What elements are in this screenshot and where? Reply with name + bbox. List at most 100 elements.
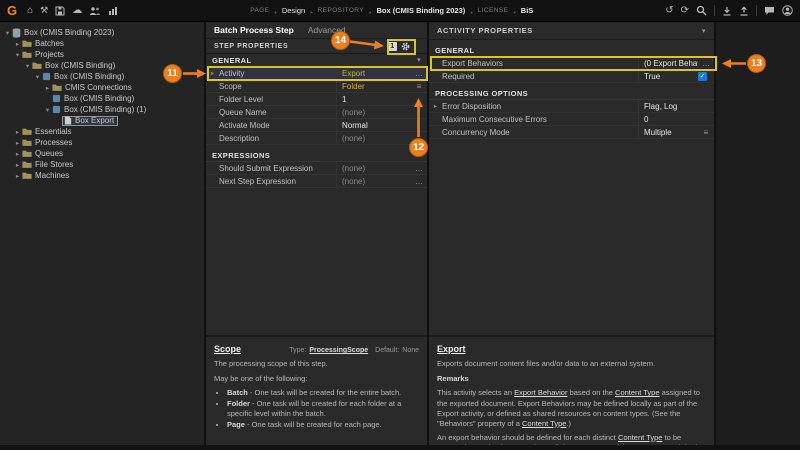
required-checkbox[interactable] (698, 72, 707, 81)
tree-item-box-cmis-binding[interactable]: Box (CMIS Binding) (0, 93, 204, 104)
export-behavior-link[interactable]: Export Behavior (514, 388, 567, 397)
general-section-header[interactable]: GENERAL (206, 54, 427, 67)
gear-icon[interactable] (400, 41, 411, 52)
chevron-right-icon[interactable] (13, 150, 22, 158)
content-type-link[interactable]: Content Type (522, 419, 566, 428)
chevron-right-icon[interactable] (13, 161, 22, 169)
sort-order-icon[interactable] (388, 42, 397, 51)
app-window: G PAGE Design REPOSITORY Box (CMIS Bindi… (0, 0, 800, 450)
content-type-link[interactable]: Content Type (618, 433, 662, 442)
property-value[interactable]: Export (336, 67, 411, 79)
dropdown-button[interactable] (698, 128, 714, 137)
tab-batch-process-step[interactable]: Batch Process Step (214, 25, 294, 35)
tree-item-batches[interactable]: Batches (0, 38, 204, 49)
chevron-right-icon[interactable] (13, 139, 22, 147)
remarks-label: Remarks (437, 374, 706, 384)
property-row-next-step-expression[interactable]: Next Step Expression (none) (206, 175, 427, 188)
list-item: Page - One task will be created for each… (227, 420, 419, 430)
property-value[interactable]: (none) (336, 162, 411, 174)
selected-tree-item[interactable]: Box Export (62, 116, 118, 126)
property-value[interactable]: 1 (336, 93, 411, 105)
chat-icon[interactable] (764, 6, 775, 16)
general-section-header[interactable]: GENERAL (429, 44, 714, 57)
search-icon[interactable] (696, 5, 707, 16)
property-row-scope[interactable]: Scope Folder (206, 80, 427, 93)
term: Folder (227, 399, 250, 408)
home-icon[interactable] (27, 6, 33, 16)
separator-dot (274, 2, 276, 20)
upload-icon[interactable] (739, 6, 749, 16)
chart-icon[interactable] (108, 6, 118, 16)
tree-item-machines[interactable]: Machines (0, 170, 204, 181)
ellipsis-button[interactable] (411, 177, 427, 186)
chevron-right-icon[interactable] (13, 40, 22, 48)
ellipsis-button[interactable] (411, 69, 427, 78)
cloud-icon[interactable] (72, 6, 82, 16)
chevron-right-icon[interactable] (13, 128, 22, 136)
property-value[interactable]: Multiple (638, 126, 698, 138)
chevron-down-icon[interactable] (3, 29, 12, 37)
ellipsis-button[interactable] (698, 59, 714, 68)
property-value[interactable]: Flag, Log (638, 100, 698, 112)
property-value[interactable]: Normal (336, 119, 411, 131)
tree-item-file-stores[interactable]: File Stores (0, 159, 204, 170)
tree-item-essentials[interactable]: Essentials (0, 126, 204, 137)
property-row-export-behaviors[interactable]: Export Behaviors (0 Export Behaviors) (429, 57, 714, 70)
annotation-circle-11: 11 (163, 64, 182, 83)
property-value[interactable]: (none) (336, 106, 411, 118)
property-value[interactable]: (0 Export Behaviors) (638, 57, 698, 69)
chevron-down-icon[interactable] (417, 56, 421, 64)
users-icon[interactable] (89, 6, 101, 16)
property-value[interactable]: True (638, 70, 698, 82)
expressions-section-header[interactable]: EXPRESSIONS (206, 149, 427, 162)
tree-item-processes[interactable]: Processes (0, 137, 204, 148)
processing-options-section-header[interactable]: PROCESSING OPTIONS (429, 87, 714, 100)
chevron-right-icon[interactable] (13, 172, 22, 180)
property-row-required[interactable]: Required True (429, 70, 714, 83)
expand-icon[interactable] (206, 69, 219, 77)
tree-item-projects[interactable]: Projects (0, 49, 204, 60)
property-row-concurrency-mode[interactable]: Concurrency Mode Multiple (429, 126, 714, 139)
refresh-icon[interactable] (681, 6, 689, 16)
help-title: Scope (214, 343, 241, 355)
expressions-section-label: EXPRESSIONS (212, 151, 270, 160)
property-row-maximum-consecutive-errors[interactable]: Maximum Consecutive Errors 0 (429, 113, 714, 126)
property-row-description[interactable]: Description (none) (206, 132, 427, 145)
tools-icon[interactable] (40, 6, 48, 15)
property-row-queue-name[interactable]: Queue Name (none) (206, 106, 427, 119)
help-type-info: Type: ProcessingScope Default: None (289, 346, 419, 355)
tree-item-box-export[interactable]: Box Export (0, 115, 204, 126)
folder-icon (22, 39, 32, 48)
expand-icon[interactable] (429, 102, 442, 110)
chevron-down-icon[interactable] (702, 27, 706, 35)
property-row-activate-mode[interactable]: Activate Mode Normal (206, 119, 427, 132)
property-value[interactable]: Folder (336, 80, 411, 92)
property-value[interactable]: (none) (336, 132, 411, 144)
text-fragment: .) (566, 419, 571, 428)
property-row-activity[interactable]: Activity Export (206, 67, 427, 80)
property-value[interactable]: 0 (638, 113, 698, 125)
chevron-down-icon[interactable] (23, 62, 32, 70)
save-icon[interactable] (55, 6, 65, 16)
property-row-should-submit-expression[interactable]: Should Submit Expression (none) (206, 162, 427, 175)
tree-item-repository-root[interactable]: Box (CMIS Binding 2023) (0, 27, 204, 38)
tree-item-cmis-connections[interactable]: CMIS Connections (0, 82, 204, 93)
profile-icon[interactable] (782, 5, 793, 16)
dropdown-button[interactable] (411, 82, 427, 91)
type-link[interactable]: ProcessingScope (309, 346, 368, 355)
property-value[interactable]: (none) (336, 175, 411, 187)
property-row-error-disposition[interactable]: Error Disposition Flag, Log (429, 100, 714, 113)
content-type-link[interactable]: Content Type (615, 388, 659, 397)
chevron-down-icon[interactable] (13, 51, 22, 59)
property-row-folder-level[interactable]: Folder Level 1 (206, 93, 427, 106)
tree-item-box-cmis-binding-1[interactable]: Box (CMIS Binding) (1) (0, 104, 204, 115)
chevron-down-icon[interactable] (43, 106, 52, 114)
node-tree: Box (CMIS Binding 2023) Batches Projects… (0, 22, 206, 445)
tree-item-queues[interactable]: Queues (0, 148, 204, 159)
help-paragraph-1: This activity selects an Export Behavior… (437, 388, 706, 429)
ellipsis-button[interactable] (411, 164, 427, 173)
undo-icon[interactable] (665, 6, 673, 16)
download-icon[interactable] (722, 6, 732, 16)
chevron-down-icon[interactable] (33, 73, 42, 81)
chevron-right-icon[interactable] (43, 84, 52, 92)
